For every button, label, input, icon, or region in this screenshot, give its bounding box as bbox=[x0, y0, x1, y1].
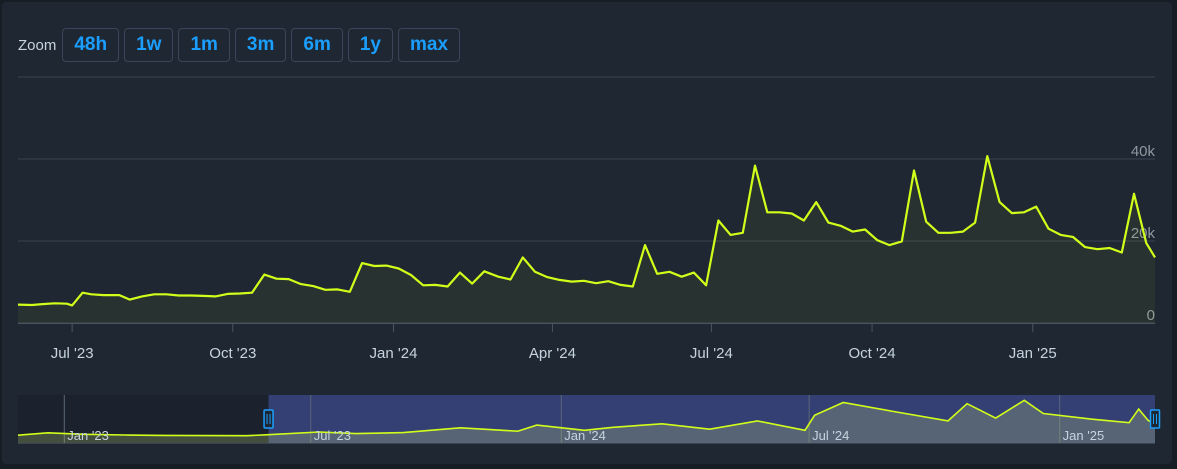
x-tick-label: Jan '24 bbox=[370, 345, 418, 362]
x-tick-label: Oct '24 bbox=[849, 345, 896, 362]
y-tick-label: 40k bbox=[1131, 143, 1156, 160]
navigator-tick-label: Jan '25 bbox=[1063, 428, 1105, 443]
navigator-tick-label: Jan '23 bbox=[67, 428, 109, 443]
series-area bbox=[18, 156, 1155, 323]
x-axis: Jul '23 Oct '23 Jan '24 Apr '24 Jul '24 Oct '… bbox=[18, 323, 1155, 362]
handle-body bbox=[1149, 409, 1161, 429]
navigator-handle-right[interactable] bbox=[1149, 409, 1161, 429]
x-tick-label: Apr '24 bbox=[529, 345, 576, 362]
main-plot bbox=[17, 155, 1156, 323]
x-tick-label: Jul '23 bbox=[51, 345, 94, 362]
x-tick-label: Jan '25 bbox=[1009, 345, 1057, 362]
x-tick-label: Oct '23 bbox=[209, 345, 256, 362]
navigator-tick-label: Jan '24 bbox=[564, 428, 606, 443]
navigator-tick-label: Jul '24 bbox=[812, 428, 849, 443]
navigator-handle-left[interactable] bbox=[263, 409, 274, 429]
navigator-tick-label: Jul '23 bbox=[314, 428, 351, 443]
handle-body bbox=[263, 409, 274, 429]
x-tick-label: Jul '24 bbox=[690, 345, 733, 362]
player-count-chart[interactable]: 020k40k Jul '23Oct '23Jan '24Apr '24Jul … bbox=[0, 0, 1177, 469]
navigator[interactable]: Jan '23 Jul '23 Jan '24 Jul '24 Jan '25 bbox=[17, 395, 1161, 444]
